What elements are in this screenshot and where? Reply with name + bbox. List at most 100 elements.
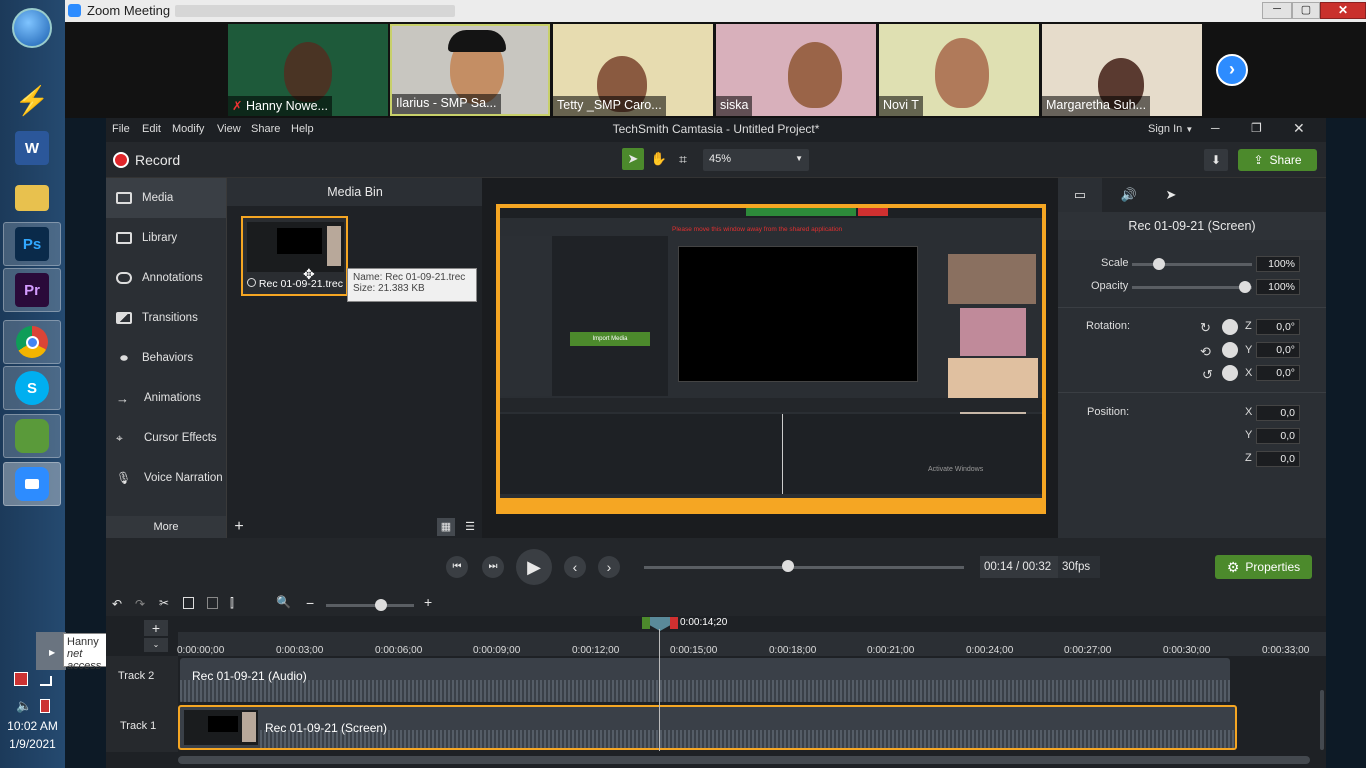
cam-restore-button[interactable]: ❐ (1251, 121, 1262, 135)
scale-slider-knob[interactable] (1153, 258, 1165, 270)
timeline-zoom-knob[interactable] (375, 599, 387, 611)
out-point-marker[interactable] (670, 617, 678, 629)
nav-animations[interactable]: → Animations (106, 378, 226, 418)
collapse-tracks-icon[interactable]: ⌄ (144, 638, 168, 652)
taskbar-zoom[interactable] (3, 462, 61, 506)
nav-annotations[interactable]: Annotations (106, 258, 226, 298)
nav-transitions[interactable]: Transitions (106, 298, 226, 338)
in-point-marker[interactable] (642, 617, 650, 629)
nav-voice-narration[interactable]: 🎙 Voice Narration (106, 458, 226, 498)
zoom-level-select[interactable]: 45% ▼ (703, 149, 809, 171)
menu-share[interactable]: Share (251, 123, 280, 135)
play-icon[interactable]: ▶ (516, 549, 552, 585)
taskbar-premiere[interactable]: Pr (3, 268, 61, 312)
menu-file[interactable]: File (112, 123, 130, 135)
clock-time[interactable]: 10:02 AM (0, 719, 65, 733)
position-y-input[interactable]: 0,0 (1256, 428, 1300, 444)
rotation-z-input[interactable]: 0,0° (1256, 319, 1300, 335)
position-x-input[interactable]: 0,0 (1256, 405, 1300, 421)
cam-close-button[interactable]: ✕ (1293, 120, 1305, 137)
nav-behaviors[interactable]: Behaviors (106, 338, 226, 378)
taskbar-camtasia[interactable] (3, 414, 61, 458)
screen-clip[interactable]: Rec 01-09-21 (Screen) (178, 705, 1237, 750)
visual-props-tab-icon[interactable]: ▭ (1058, 178, 1102, 212)
opacity-slider[interactable] (1132, 286, 1252, 289)
rotation-y-dial[interactable] (1222, 342, 1238, 358)
nav-media[interactable]: Media (106, 178, 226, 218)
split-icon[interactable]: ⫿ (230, 596, 234, 611)
properties-button[interactable]: ⚙ Properties (1215, 555, 1312, 579)
opacity-input[interactable]: 100% (1256, 279, 1300, 295)
rotation-x-input[interactable]: 0,0° (1256, 365, 1300, 381)
redo-icon[interactable]: ↷ (135, 597, 145, 611)
paste-icon[interactable] (207, 597, 218, 609)
rotation-y-input[interactable]: 0,0° (1256, 342, 1300, 358)
sign-in-button[interactable]: Sign In ▼ (1148, 123, 1193, 135)
timeline-horizontal-scrollbar[interactable] (178, 756, 1310, 764)
more-button[interactable]: More (106, 516, 226, 538)
cursor-props-tab-icon[interactable]: ➤ (1156, 178, 1186, 212)
pan-hand-icon[interactable]: ✋ (648, 148, 670, 170)
participant-tile[interactable]: ✗ Hanny Nowe... (228, 24, 388, 116)
participant-tile[interactable]: siska (716, 24, 876, 116)
close-button[interactable]: ✕ (1320, 2, 1366, 19)
grid-view-icon[interactable]: ▦ (437, 518, 455, 536)
nav-library[interactable]: Library (106, 218, 226, 258)
add-icon[interactable]: + (228, 516, 250, 538)
timeline-vertical-scrollbar[interactable] (1320, 690, 1324, 750)
battery-icon[interactable] (40, 699, 50, 713)
timeline-ruler[interactable] (178, 632, 1326, 656)
scale-slider[interactable] (1132, 263, 1252, 266)
participant-tile[interactable]: Tetty _SMP Caro... (553, 24, 713, 116)
scale-input[interactable]: 100% (1256, 256, 1300, 272)
record-button[interactable]: Record (113, 151, 180, 169)
rotation-z-dial[interactable] (1222, 319, 1238, 335)
download-icon[interactable]: ⬇ (1204, 149, 1228, 171)
taskbar-winamp[interactable]: ⚡ (3, 78, 61, 122)
list-view-icon[interactable]: ☰ (461, 518, 479, 536)
undo-icon[interactable]: ↶ (112, 597, 122, 611)
signal-icon[interactable] (40, 676, 52, 686)
next-marker-icon[interactable]: › (598, 556, 620, 578)
share-button[interactable]: ⇪ Share (1238, 149, 1317, 171)
copy-icon[interactable] (183, 597, 194, 609)
participant-tile[interactable]: Novi T (879, 24, 1039, 116)
clock-date[interactable]: 1/9/2021 (0, 737, 65, 751)
nav-cursor-effects[interactable]: ⌖ Cursor Effects (106, 418, 226, 458)
taskbar-photoshop[interactable]: Ps (3, 222, 61, 266)
rotation-x-dial[interactable] (1222, 365, 1238, 381)
position-z-input[interactable]: 0,0 (1256, 451, 1300, 467)
taskbar-explorer[interactable] (3, 176, 61, 220)
crop-icon[interactable]: ⌗ (672, 148, 694, 170)
scrub-bar[interactable] (644, 566, 964, 569)
participant-tile[interactable]: Margaretha Suh... (1042, 24, 1202, 116)
audio-clip[interactable]: Rec 01-09-21 (Audio) (180, 658, 1230, 702)
volume-icon[interactable]: 🔈 (16, 698, 32, 714)
next-page-arrow-icon[interactable]: › (1216, 54, 1248, 86)
menu-modify[interactable]: Modify (172, 123, 204, 135)
zoom-search-icon[interactable]: 🔍 (276, 595, 291, 609)
maximize-button[interactable]: ▢ (1292, 2, 1320, 19)
audio-props-tab-icon[interactable]: 🔊 (1114, 178, 1144, 212)
step-forward-icon[interactable]: ⏭ (482, 556, 504, 578)
timeline-zoom-slider[interactable] (326, 604, 414, 607)
opacity-slider-knob[interactable] (1239, 281, 1251, 293)
zoom-in-icon[interactable]: + (424, 594, 432, 610)
step-back-icon[interactable]: ⏮ (446, 556, 468, 578)
participant-tile-active[interactable]: Ilarius - SMP Sa... (390, 24, 550, 116)
cam-minimize-button[interactable]: ─ (1211, 121, 1220, 135)
menu-view[interactable]: View (217, 123, 241, 135)
zoom-out-icon[interactable]: − (306, 595, 314, 611)
taskbar-word[interactable]: W (3, 126, 61, 170)
minimize-button[interactable]: ─ (1262, 2, 1292, 19)
track-1-header[interactable]: Track 1 (106, 704, 178, 752)
media-clip-thumbnail[interactable]: Rec 01-09-21.trec (241, 216, 348, 296)
select-tool-icon[interactable]: ➤ (622, 148, 644, 170)
preview-frame[interactable]: Please move this window away from the sh… (496, 204, 1046, 514)
cut-icon[interactable]: ✂ (159, 596, 169, 610)
start-button[interactable] (3, 6, 61, 50)
network-icon[interactable] (14, 672, 28, 686)
track-2-header[interactable]: Track 2 (106, 656, 178, 704)
menu-edit[interactable]: Edit (142, 123, 161, 135)
scrub-knob[interactable] (782, 560, 794, 572)
